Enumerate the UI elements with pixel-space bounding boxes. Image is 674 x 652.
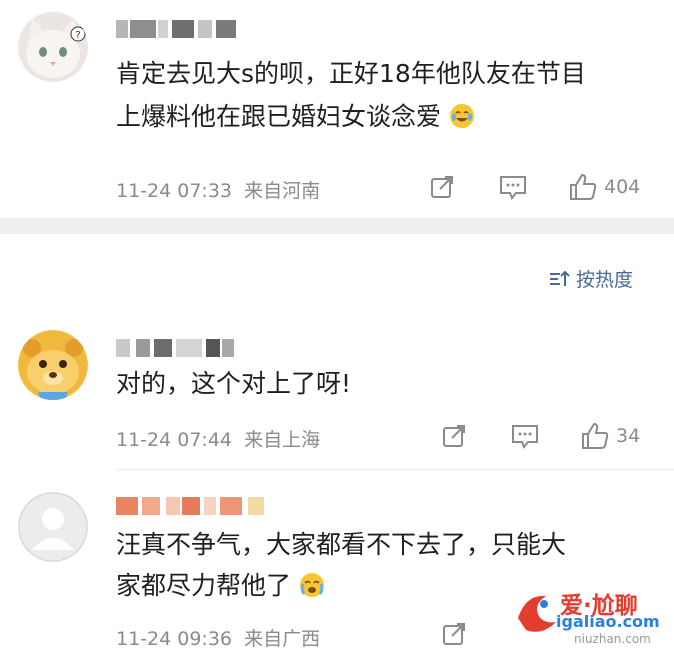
thumbs-up-icon [582,422,609,449]
sort-by-hotness-button[interactable]: 按热度 [548,265,633,292]
avatar-cat[interactable]: ? [18,12,88,82]
comment-button[interactable] [510,422,540,450]
row-separator [116,469,674,470]
repost-button[interactable] [440,620,468,648]
avatar-default[interactable] [18,492,88,562]
location: 来自河南 [244,180,321,202]
thumbs-up-icon [570,173,597,200]
like-button[interactable]: 34 [580,421,640,451]
watermark-url: igaliao.com [556,612,660,631]
like-count: 404 [604,176,641,198]
comment-text: 上爆料他在跟已婚妇女谈念爱 [116,95,475,142]
comment-button[interactable] [498,173,528,201]
username-redacted[interactable] [116,20,236,38]
repost-button[interactable] [428,173,456,201]
comment-meta: 11-24 09:36 来自广西 [116,624,320,651]
timestamp: 11-24 07:33 [116,180,233,202]
mascot-icon [518,595,556,632]
location: 来自上海 [244,429,321,451]
comment-text: 对的，这个对上了呀! [116,369,352,398]
sort-label: 按热度 [576,269,634,291]
repost-icon [431,176,453,198]
comment-text: 汪真不争气，大家都看不下去了，只能大 [116,530,567,559]
timestamp: 11-24 09:36 [116,628,233,650]
comment-icon [500,176,526,200]
username-redacted[interactable] [116,339,234,357]
comment-icon [512,425,538,449]
crying-emoji-icon [299,568,325,611]
section-divider [0,218,674,234]
repost-button[interactable] [440,422,468,450]
like-count: 34 [616,425,641,447]
like-button[interactable]: 404 [568,172,640,202]
avatar-bear[interactable] [18,330,88,400]
watermark-logo: 爱·尬聊 igaliao.com niuzhan.com [512,584,674,652]
location: 来自广西 [244,628,321,650]
comment-text: 家都尽力帮他了 [116,564,325,611]
sort-icon [550,270,570,286]
comment-meta: 11-24 07:33 来自河南 [116,176,320,203]
repost-icon [443,623,465,645]
laugh-cry-emoji-icon [449,99,475,142]
timestamp: 11-24 07:44 [116,429,233,451]
comment-text: 肯定去见大s的呗，正好18年他队友在节目 [116,59,586,88]
comment-meta: 11-24 07:44 来自上海 [116,425,320,452]
username-redacted[interactable] [116,497,272,515]
svg-text:?: ? [75,30,80,41]
watermark-site: niuzhan.com [574,632,651,646]
repost-icon [443,425,465,447]
